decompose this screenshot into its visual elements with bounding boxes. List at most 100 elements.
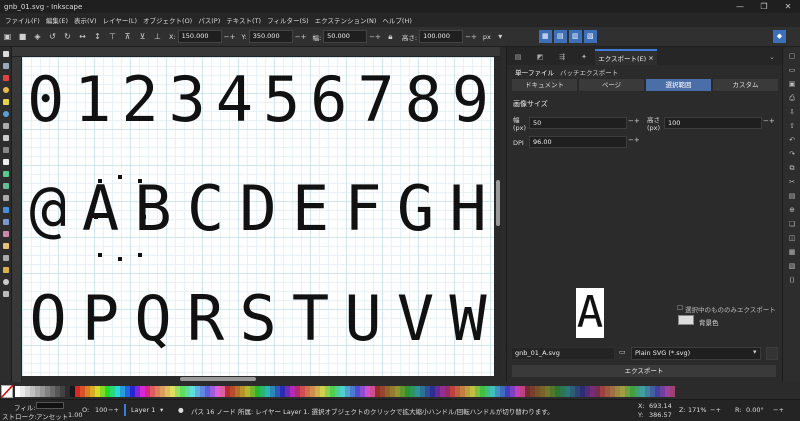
rotate-handle-sw[interactable] — [98, 253, 102, 257]
close-tab-icon[interactable]: × — [648, 54, 653, 62]
rotate-handle-n[interactable] — [118, 175, 122, 179]
export-height-stepper[interactable]: −+ — [763, 117, 775, 125]
zoom-stepper[interactable]: −+ — [710, 406, 721, 414]
glyph-B[interactable]: B — [127, 172, 179, 245]
export-icon[interactable]: ⇧ — [787, 121, 797, 131]
lower-bottom-icon[interactable]: ⊥ — [152, 31, 163, 42]
unit-select[interactable]: px — [483, 33, 491, 41]
rotate-ccw-icon[interactable]: ↺ — [47, 31, 58, 42]
duplicate-icon[interactable]: ❏ — [787, 219, 797, 229]
lower-icon[interactable]: ⊻ — [137, 31, 148, 42]
menu-path[interactable]: パス(P) — [195, 15, 223, 25]
eraser-tool-icon[interactable] — [1, 241, 11, 251]
glyph-5[interactable]: 5 — [258, 63, 305, 136]
dock-tab-objects-icon[interactable]: ◩ — [529, 49, 551, 65]
glyph-E[interactable]: E — [285, 172, 337, 245]
menu-filters[interactable]: フィルター(S) — [264, 15, 312, 25]
gradient-tool-icon[interactable] — [1, 169, 11, 179]
export-selected-only-checkbox[interactable]: ☐ — [677, 304, 683, 312]
glyph-1[interactable]: 1 — [69, 63, 116, 136]
area-page[interactable]: ページ — [578, 78, 645, 92]
menu-edit[interactable]: 編集(E) — [43, 15, 71, 25]
export-format-select[interactable]: Plain SVG (*.svg) — [631, 347, 761, 360]
minimize-button[interactable]: — — [728, 2, 752, 11]
glyph-6[interactable]: 6 — [305, 63, 352, 136]
area-custom[interactable]: カスタム — [712, 78, 779, 92]
palette-swatches[interactable] — [15, 386, 675, 397]
palette-swatch[interactable] — [670, 386, 675, 397]
width-stepper[interactable]: −+ — [369, 33, 381, 41]
vertical-scrollbar[interactable] — [494, 57, 502, 382]
dock-tab-transform-icon[interactable]: ✦ — [573, 49, 595, 65]
ungroup-icon[interactable]: ▧ — [787, 261, 797, 271]
xml-editor-icon[interactable]: ⟨⟩ — [787, 275, 797, 285]
no-paint-swatch[interactable] — [1, 385, 13, 398]
glyph-D[interactable]: D — [232, 172, 284, 245]
height-input[interactable]: 100.000 — [419, 30, 464, 43]
rotate-handle-s[interactable] — [118, 257, 122, 261]
new-document-icon[interactable]: ▢ — [787, 51, 797, 61]
layer-chevron-icon[interactable]: ▾ — [160, 406, 163, 414]
rotate-handle-ne[interactable] — [138, 179, 142, 183]
scale-corners-toggle[interactable]: ▤ — [553, 30, 567, 43]
export-settings-button[interactable] — [766, 347, 778, 360]
visibility-icon[interactable]: ● — [178, 406, 184, 414]
vertical-ruler[interactable] — [12, 57, 22, 382]
tweak-tool-icon[interactable] — [1, 217, 11, 227]
area-selection[interactable]: 選択範囲 — [645, 78, 712, 92]
glyph-9[interactable]: 9 — [447, 63, 494, 136]
pages-tool-icon[interactable] — [1, 289, 11, 299]
menu-object[interactable]: オブジェクト(O) — [140, 15, 195, 25]
spray-tool-icon[interactable] — [1, 229, 11, 239]
y-input[interactable]: 350.000 — [248, 30, 293, 43]
redo-icon[interactable]: ↷ — [787, 149, 797, 159]
raise-icon[interactable]: ⊼ — [122, 31, 133, 42]
glyph-2[interactable]: 2 — [116, 63, 163, 136]
export-height-input[interactable]: 100 — [664, 117, 762, 129]
glyph-at[interactable]: @ — [22, 172, 74, 245]
export-width-stepper[interactable]: −+ — [628, 117, 640, 125]
print-icon[interactable]: ⎙ — [787, 93, 797, 103]
flip-vertical-icon[interactable]: ↕ — [92, 31, 103, 42]
fill-swatch[interactable] — [36, 402, 64, 409]
glyph-4[interactable]: 4 — [211, 63, 258, 136]
maximize-button[interactable]: ❐ — [752, 2, 776, 11]
rotate-value[interactable]: 0.00° — [746, 406, 764, 414]
save-icon[interactable]: ▣ — [787, 79, 797, 89]
zoom-tool-icon[interactable] — [1, 277, 11, 287]
glyph-0[interactable]: 0 — [22, 63, 69, 136]
zoom-value[interactable]: 171% — [688, 406, 707, 414]
calligraphy-tool-icon[interactable] — [1, 145, 11, 155]
pen-tool-icon[interactable] — [1, 133, 11, 143]
glyph-F[interactable]: F — [337, 172, 389, 245]
drawing-canvas[interactable]: 0 1 2 3 4 5 6 7 8 9 @ A B C D E F G H O … — [22, 57, 494, 382]
rect-tool-icon[interactable] — [1, 73, 11, 83]
undo-icon[interactable]: ↶ — [787, 135, 797, 145]
x-input[interactable]: 150.000 — [177, 30, 222, 43]
chevron-down-icon[interactable]: ▾ — [495, 31, 506, 42]
glyph-8[interactable]: 8 — [400, 63, 447, 136]
mesh-tool-icon[interactable] — [1, 181, 11, 191]
background-color-swatch[interactable] — [678, 315, 694, 325]
glyph-7[interactable]: 7 — [352, 63, 399, 136]
opacity-value[interactable]: 100 — [95, 406, 107, 414]
rotate-handle-nw[interactable] — [98, 179, 102, 183]
glyph-G[interactable]: G — [390, 172, 442, 245]
glyph-S[interactable]: S — [232, 282, 284, 355]
export-width-input[interactable]: 50 — [529, 117, 627, 129]
vertical-scroll-thumb[interactable] — [496, 180, 500, 226]
transform-patterns-toggle[interactable]: ▧ — [583, 30, 597, 43]
scale-handle-w[interactable] — [94, 215, 98, 219]
dock-tab-export[interactable]: エクスポート(E) × — [595, 49, 657, 65]
dock-menu-chevron-icon[interactable]: ⌄ — [761, 49, 783, 65]
dpi-stepper[interactable]: −+ — [628, 136, 640, 144]
select-all-icon[interactable]: ▣ — [2, 31, 13, 42]
x-stepper[interactable]: −+ — [224, 33, 236, 41]
horizontal-scrollbar[interactable] — [22, 376, 494, 382]
open-icon[interactable]: ▭ — [787, 65, 797, 75]
scale-stroke-toggle[interactable]: ▦ — [538, 30, 552, 43]
glyph-C[interactable]: C — [180, 172, 232, 245]
menu-help[interactable]: ヘルプ(H) — [379, 15, 414, 25]
copy-icon[interactable]: ⧉ — [787, 163, 797, 173]
glyph-W[interactable]: W — [442, 282, 494, 355]
